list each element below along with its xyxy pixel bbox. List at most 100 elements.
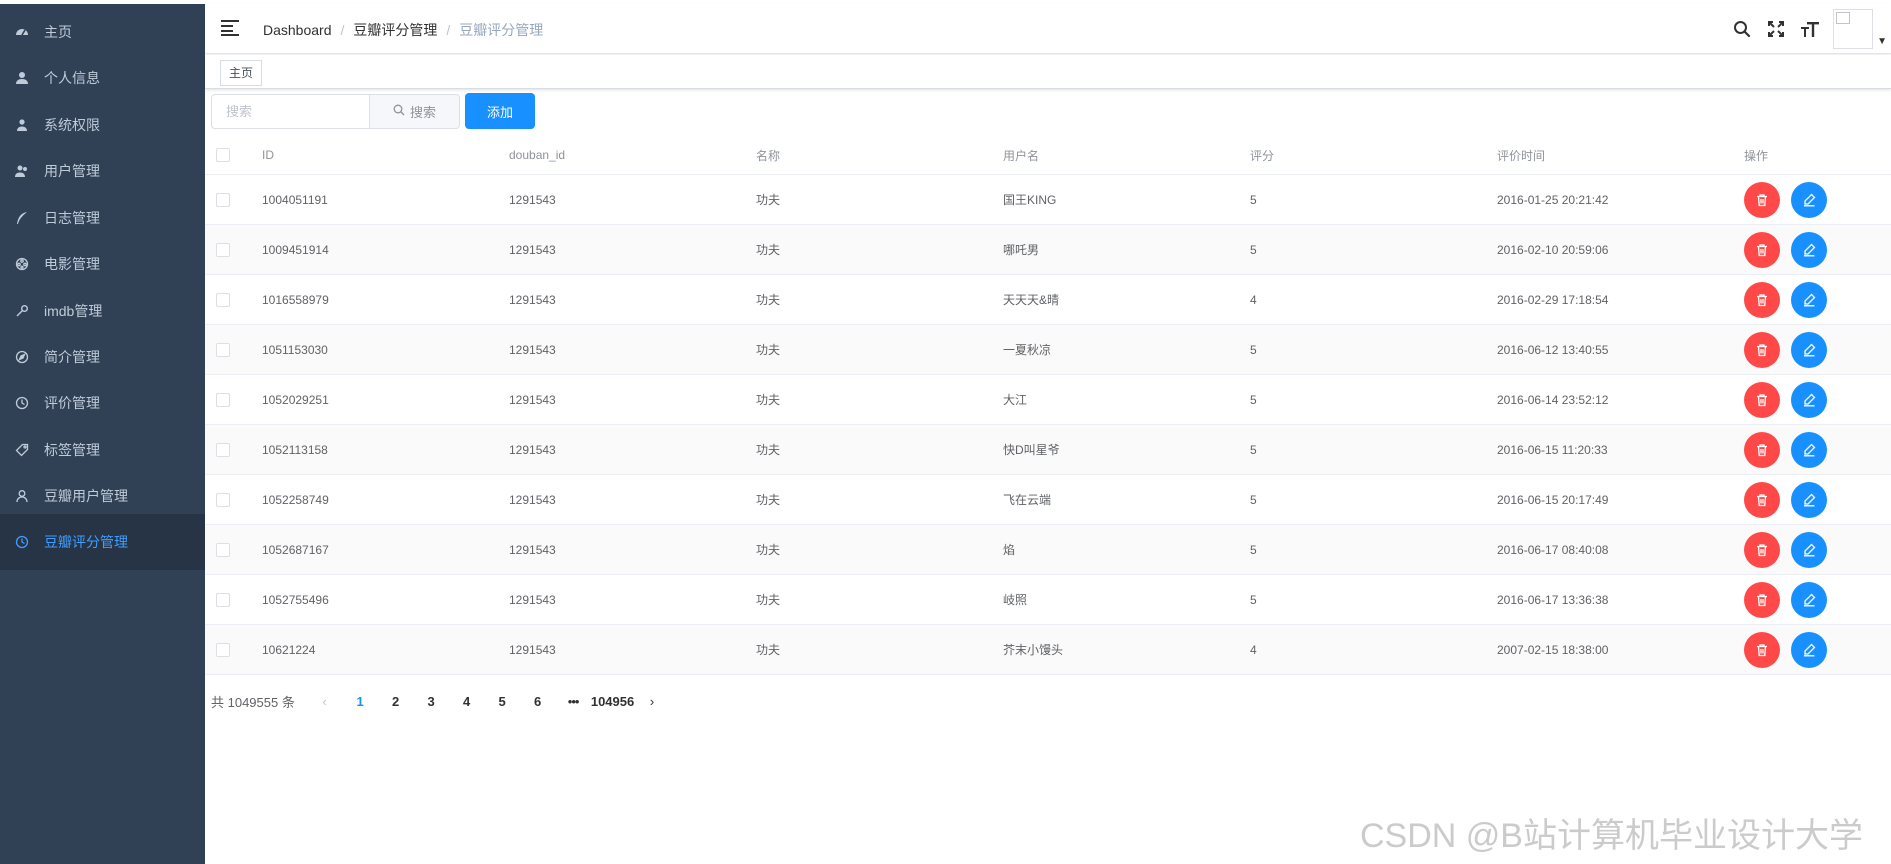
edit-button[interactable] [1791,481,1827,518]
delete-button[interactable] [1744,531,1780,568]
cell-id: 1051153030 [262,342,328,357]
edit-button[interactable] [1791,631,1827,668]
delete-button[interactable] [1744,381,1780,418]
sidebar-item-label: 豆瓣评分管理 [44,534,128,550]
cell-time: 2016-06-17 08:40:08 [1497,542,1609,557]
cell-username: 岐照 [1003,593,1028,607]
font-size-icon[interactable] [1793,4,1827,54]
delete-button[interactable] [1744,481,1780,518]
delete-button[interactable] [1744,281,1780,318]
table-body: 1004051191 1291543 功夫 国王KING 5 2016-01-25 20:… [205,175,1891,675]
cell-rating: 5 [1250,392,1257,407]
delete-button[interactable] [1744,631,1780,668]
table-row: 1009451914 1291543 功夫 哪吒男 5 2016-02-10 20:59:… [205,225,1891,275]
tag-icon [14,442,30,458]
tag-home[interactable]: 主页 [220,60,263,86]
caret-down-icon[interactable]: ▼ [1877,36,1887,47]
page-number[interactable]: 6 [520,694,556,709]
delete-button[interactable] [1744,581,1780,618]
cell-id: 1009451914 [262,242,329,257]
delete-icon [1755,443,1769,457]
pagination: 共 1049555 条 ‹ 1 2 3 4 5 6 ••• 104956 › [211,689,670,713]
cell-time: 2016-06-14 23:52:12 [1497,392,1609,407]
row-checkbox[interactable] [216,192,230,207]
row-checkbox[interactable] [216,592,230,607]
more-pages-icon[interactable]: ••• [555,694,591,709]
cell-rating: 5 [1250,242,1257,257]
user-icon [14,70,30,86]
edit-button[interactable] [1791,281,1827,318]
edit-button[interactable] [1791,381,1827,418]
cell-douban-id: 1291543 [509,592,556,607]
edit-button[interactable] [1791,581,1827,618]
hamburger-icon[interactable] [221,20,239,36]
delete-button[interactable] [1744,431,1780,468]
cell-name: 功夫 [756,443,781,457]
edit-button[interactable] [1791,331,1827,368]
search-button[interactable]: 搜索 [369,94,460,129]
cell-actions [1744,175,1827,224]
cell-username: 一夏秋凉 [1003,343,1052,357]
search-icon[interactable] [1725,4,1759,54]
delete-icon [1755,593,1769,607]
tags-view: 主页 [205,55,1891,89]
compass-icon [14,349,30,365]
column-header: douban_id [509,148,566,162]
row-checkbox[interactable] [216,642,230,657]
sidebar-item-label: 标签管理 [44,442,100,458]
wrench-icon [14,303,30,319]
edit-icon [1802,193,1816,207]
avatar[interactable] [1833,9,1874,49]
row-checkbox[interactable] [216,392,230,407]
page-number-last[interactable]: 104956 [591,694,634,709]
breadcrumb-item-dashboard[interactable]: Dashboard [263,22,332,38]
edit-button[interactable] [1791,231,1827,268]
page-number[interactable]: 4 [449,694,485,709]
prev-page-icon[interactable]: ‹ [307,694,343,709]
delete-button[interactable] [1744,231,1780,268]
fullscreen-icon[interactable] [1759,4,1793,54]
row-checkbox[interactable] [216,442,230,457]
column-header: 名称 [756,148,781,163]
sidebar-item-label: 主页 [44,24,72,40]
cell-rating: 4 [1250,292,1257,307]
row-checkbox[interactable] [216,292,230,307]
page-number[interactable]: 2 [378,694,414,709]
page-number[interactable]: 5 [484,694,520,709]
table-row: 1016558979 1291543 功夫 天天天&晴 4 2016-02-29 17:1… [205,275,1891,325]
next-page-icon[interactable]: › [634,694,670,709]
cell-username: 飞在云端 [1003,493,1052,507]
add-button[interactable]: 添加 [465,93,535,129]
cell-actions [1744,525,1827,574]
table-row: 1052755496 1291543 功夫 岐照 5 2016-06-17 13:36:3… [205,575,1891,625]
row-checkbox[interactable] [216,242,230,257]
edit-button[interactable] [1791,431,1827,468]
edit-button[interactable] [1791,531,1827,568]
cell-rating: 5 [1250,492,1257,507]
delete-icon [1755,493,1769,507]
edit-icon [1802,393,1816,407]
row-checkbox[interactable] [216,492,230,507]
cell-rating: 5 [1250,192,1257,207]
page-number[interactable]: 3 [413,694,449,709]
data-table: ID douban_id 名称 用户名 评分 评价时间 操作 1004051191 12915… [205,136,1891,675]
sidebar-item-label: 简介管理 [44,349,100,365]
delete-button[interactable] [1744,331,1780,368]
cell-id: 1052113158 [262,442,328,457]
edit-button[interactable] [1791,181,1827,218]
sidebar-item[interactable]: 豆瓣评分管理 [0,514,205,570]
dashboard-icon [14,24,30,40]
select-all-checkbox[interactable] [216,148,230,162]
column-header: ID [262,148,274,162]
breadcrumb-item-rating[interactable]: 豆瓣评分管理 [353,20,437,40]
cell-name: 功夫 [756,643,781,657]
search-input[interactable]: 搜索 [211,94,370,129]
cell-time: 2016-06-15 11:20:33 [1497,442,1608,457]
delete-button[interactable] [1744,181,1780,218]
page-number[interactable]: 1 [342,694,378,709]
table-row: 1004051191 1291543 功夫 国王KING 5 2016-01-25 20:… [205,175,1891,225]
cell-name: 功夫 [756,293,781,307]
row-checkbox[interactable] [216,342,230,357]
cell-time: 2016-02-10 20:59:06 [1497,242,1609,257]
row-checkbox[interactable] [216,542,230,557]
